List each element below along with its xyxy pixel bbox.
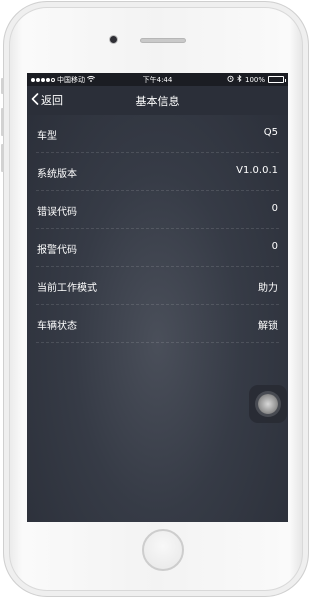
home-button[interactable]	[142, 529, 184, 571]
status-bar: 中国移动 下午4:44 100%	[27, 73, 288, 86]
row-label: 车型	[37, 131, 57, 142]
row-value: V1.0.0.1	[236, 165, 278, 176]
row-label: 车辆状态	[37, 321, 77, 332]
earpiece-speaker	[140, 38, 186, 43]
battery-icon	[268, 76, 286, 83]
row-label: 错误代码	[37, 207, 77, 218]
volume-down-button	[1, 144, 4, 172]
app-screen: 中国移动 下午4:44 100% 返回 基本信息 车型 Q5 系统版本 V1.0…	[27, 73, 288, 522]
row-value: 解锁	[258, 321, 278, 332]
alarm-icon	[227, 75, 234, 84]
info-row-system-version: 系统版本 V1.0.0.1	[36, 153, 279, 191]
row-label: 当前工作模式	[37, 283, 97, 294]
row-label: 系统版本	[37, 169, 77, 180]
navigation-bar: 返回 基本信息	[27, 86, 288, 115]
battery-percent: 100%	[244, 75, 265, 84]
row-value: 0	[271, 203, 278, 214]
info-list: 车型 Q5 系统版本 V1.0.0.1 错误代码 0 报警代码 0 当前工作模式…	[27, 115, 288, 343]
info-row-vehicle-status: 车辆状态 解锁	[36, 305, 279, 343]
row-value: 0	[271, 241, 278, 252]
bluetooth-icon	[237, 74, 242, 84]
row-value: 助力	[258, 283, 278, 294]
info-row-alarm-code: 报警代码 0	[36, 229, 279, 267]
info-row-work-mode: 当前工作模式 助力	[36, 267, 279, 305]
mute-switch	[1, 78, 4, 94]
front-camera	[109, 35, 118, 44]
assistive-touch-button[interactable]	[249, 385, 287, 423]
info-row-error-code: 错误代码 0	[36, 191, 279, 229]
assistive-touch-icon	[258, 394, 278, 414]
page-title: 基本信息	[135, 95, 180, 108]
row-value: Q5	[263, 127, 278, 138]
volume-up-button	[1, 108, 4, 136]
row-label: 报警代码	[37, 245, 77, 256]
info-row-model: 车型 Q5	[36, 115, 279, 153]
